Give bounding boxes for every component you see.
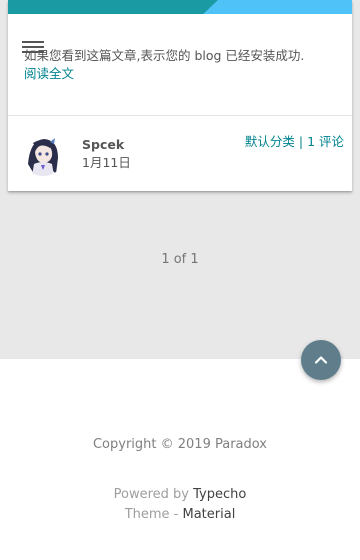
card-header-banner [8,0,352,14]
theme-line: Theme - Material [0,506,360,524]
post-author: Spcek [82,137,125,152]
material-theme-link[interactable]: Material [183,507,236,522]
post-meta: 默认分类 | 1 评论 [245,134,344,150]
comments-link[interactable]: 1 评论 [307,134,344,149]
read-more-link[interactable]: 阅读全文 [24,65,74,83]
post-date: 1月11日 [82,155,131,170]
powered-by-line: Powered by Typecho [0,486,360,504]
pagination-label: 1 of 1 [161,252,199,267]
meta-separator: | [298,134,304,149]
post-card: 如果您看到这篇文章,表示您的 blog 已经安装成功. 阅读全文 Spcek 1… [8,0,352,191]
post-excerpt: 如果您看到这篇文章,表示您的 blog 已经安装成功. [24,48,305,63]
avatar [20,130,66,176]
copyright-text: Copyright © 2019 Paradox [92,437,268,452]
page-footer: Copyright © 2019 Paradox Powered by Type… [0,359,360,560]
menu-icon-bar [22,41,44,43]
chevron-up-icon [314,356,328,364]
back-to-top-button[interactable] [301,340,341,380]
category-link[interactable]: 默认分类 [245,134,295,149]
typecho-link[interactable]: Typecho [193,487,246,502]
card-header-accent [8,0,218,14]
card-divider [8,115,352,116]
powered-by-prefix: Powered by [113,487,189,502]
avatar-illustration [20,130,66,176]
theme-prefix: Theme - [124,507,179,522]
